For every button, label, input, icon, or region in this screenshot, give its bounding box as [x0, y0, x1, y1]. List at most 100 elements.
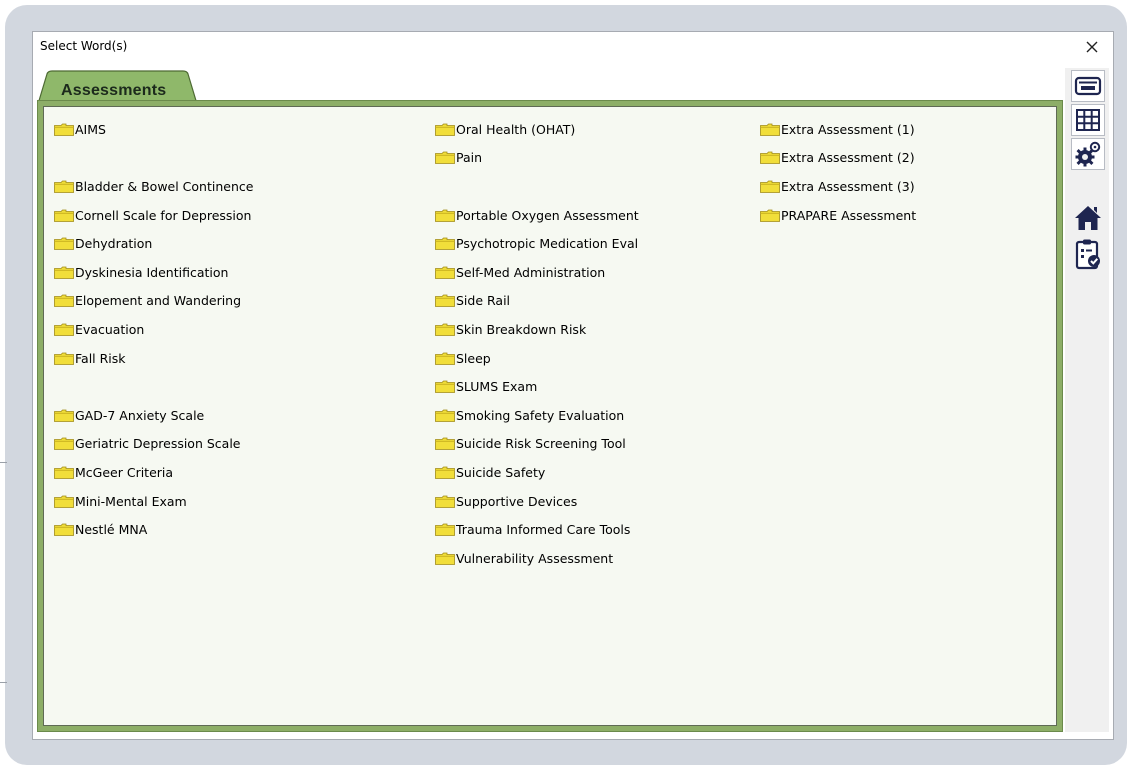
word-label: Fall Risk: [75, 350, 126, 366]
folder-icon: [54, 180, 74, 193]
folder-icon: [435, 323, 455, 336]
word-label: Skin Breakdown Risk: [456, 321, 587, 337]
folder-icon: [760, 180, 780, 193]
select-words-dialog: Select Word(s) Assessments AIMS Bladder &…: [32, 31, 1114, 740]
close-icon: [1086, 41, 1098, 53]
word-item-mcgeer-criteria[interactable]: McGeer Criteria: [54, 458, 253, 487]
folder-icon: [435, 294, 455, 308]
word-item-fall-risk[interactable]: Fall Risk: [54, 344, 253, 373]
word-item-dehydration[interactable]: Dehydration: [54, 229, 253, 258]
frame-divider: [0, 462, 7, 463]
word-item-self-med-administration[interactable]: Self-Med Administration: [435, 258, 639, 287]
folder-icon: [760, 151, 780, 165]
word-item-oral-health-ohat[interactable]: Oral Health (OHAT): [435, 115, 639, 144]
word-label: McGeer Criteria: [75, 464, 174, 480]
folder-icon: [435, 352, 455, 365]
word-list-area: AIMS Bladder & Bowel Continence Cornell Sc…: [43, 106, 1057, 726]
folder-icon: [54, 437, 74, 451]
word-item-cornell-scale-for-depression[interactable]: Cornell Scale for Depression: [54, 201, 253, 230]
word-label: Suicide Safety: [456, 464, 546, 480]
word-label: Cornell Scale for Depression: [75, 207, 252, 223]
word-label: Oral Health (OHAT): [456, 121, 576, 137]
word-label: Pain: [456, 150, 483, 166]
word-item-skin-breakdown-risk[interactable]: Skin Breakdown Risk: [435, 315, 639, 344]
folder-icon: [54, 294, 74, 308]
word-item-supportive-devices[interactable]: Supportive Devices: [435, 487, 639, 516]
folder-icon: [435, 437, 455, 451]
word-item-psychotropic-medication-eval[interactable]: Psychotropic Medication Eval: [435, 229, 639, 258]
word-label: Extra Assessment (3): [781, 178, 915, 194]
home-icon: [1075, 206, 1101, 230]
word-label: Dyskinesia Identification: [75, 264, 229, 280]
word-item-mini-mental-exam[interactable]: Mini-Mental Exam: [54, 487, 253, 516]
home-button[interactable]: [1071, 202, 1105, 234]
folder-icon: [435, 552, 455, 565]
folder-icon: [54, 466, 74, 479]
word-label: Dehydration: [75, 236, 153, 252]
folder-icon: [435, 380, 455, 394]
word-item-bladder-bowel-continence[interactable]: Bladder & Bowel Continence: [54, 172, 253, 201]
folder-icon: [54, 323, 74, 336]
word-label: Side Rail: [456, 293, 511, 309]
word-label: Trauma Informed Care Tools: [456, 522, 631, 538]
word-column-1: AIMS Bladder & Bowel Continence Cornell Sc…: [54, 115, 253, 544]
folder-icon: [435, 495, 455, 508]
word-item-prapare-assessment[interactable]: PRAPARE Assessment: [760, 201, 916, 230]
word-label: Elopement and Wandering: [75, 293, 242, 309]
word-label: SLUMS Exam: [456, 379, 538, 395]
keyboard-button[interactable]: [1071, 70, 1105, 102]
word-label: Extra Assessment (1): [781, 121, 915, 137]
word-item-suicide-safety[interactable]: Suicide Safety: [435, 458, 639, 487]
word-item-pain[interactable]: Pain: [435, 144, 639, 173]
title-bar: Select Word(s): [33, 32, 1113, 62]
word-label: Supportive Devices: [456, 493, 578, 509]
word-item-suicide-risk-screening-tool[interactable]: Suicide Risk Screening Tool: [435, 430, 639, 459]
word-item-vulnerability-assessment[interactable]: Vulnerability Assessment: [435, 544, 639, 573]
folder-icon: [435, 123, 455, 136]
folder-icon: [760, 209, 780, 222]
word-item-slums-exam[interactable]: SLUMS Exam: [435, 372, 639, 401]
close-button[interactable]: [1081, 36, 1103, 58]
word-label: Extra Assessment (2): [781, 150, 915, 166]
keyboard-icon: [1074, 76, 1102, 96]
folder-icon: [54, 523, 74, 537]
word-item-aims[interactable]: AIMS: [54, 115, 253, 144]
word-column-2: Oral Health (OHAT) Pain Portable Oxygen As…: [435, 115, 639, 573]
word-item-extra-assessment-1[interactable]: Extra Assessment (1): [760, 115, 916, 144]
checklist-button[interactable]: [1071, 238, 1105, 270]
word-item-sleep[interactable]: Sleep: [435, 344, 639, 373]
folder-icon: [435, 409, 455, 422]
word-label: PRAPARE Assessment: [781, 207, 917, 223]
word-item-gad-7-anxiety-scale[interactable]: GAD-7 Anxiety Scale: [54, 401, 253, 430]
folder-icon: [760, 123, 780, 136]
dialog-title: Select Word(s): [40, 39, 128, 53]
folder-icon: [54, 352, 74, 365]
word-item-side-rail[interactable]: Side Rail: [435, 287, 639, 316]
word-item-trauma-informed-care-tools[interactable]: Trauma Informed Care Tools: [435, 515, 639, 544]
word-item-extra-assessment-3[interactable]: Extra Assessment (3): [760, 172, 916, 201]
settings-button[interactable]: [1071, 138, 1105, 170]
word-item-geriatric-depression-scale[interactable]: Geriatric Depression Scale: [54, 430, 253, 459]
word-item-smoking-safety-evaluation[interactable]: Smoking Safety Evaluation: [435, 401, 639, 430]
grid-button[interactable]: [1071, 104, 1105, 136]
word-item-evacuation[interactable]: Evacuation: [54, 315, 253, 344]
word-label: GAD-7 Anxiety Scale: [75, 407, 205, 423]
word-label: AIMS: [75, 121, 106, 137]
tab-strip: Assessments: [33, 68, 1063, 104]
folder-icon: [54, 409, 74, 422]
word-label: Evacuation: [75, 321, 145, 337]
word-item-portable-oxygen-assessment[interactable]: Portable Oxygen Assessment: [435, 201, 639, 230]
folder-icon: [54, 237, 74, 251]
folder-icon: [435, 209, 455, 222]
clipboard-check-icon: [1075, 239, 1100, 270]
word-label: Sleep: [456, 350, 491, 366]
word-label: Bladder & Bowel Continence: [75, 178, 254, 194]
tab-assessments[interactable]: Assessments: [37, 70, 205, 104]
folder-icon: [54, 123, 74, 136]
word-item-elopement-and-wandering[interactable]: Elopement and Wandering: [54, 287, 253, 316]
word-item-nestl-mna[interactable]: Nestlé MNA: [54, 515, 253, 544]
word-item-extra-assessment-2[interactable]: Extra Assessment (2): [760, 144, 916, 173]
word-item-dyskinesia-identification[interactable]: Dyskinesia Identification: [54, 258, 253, 287]
